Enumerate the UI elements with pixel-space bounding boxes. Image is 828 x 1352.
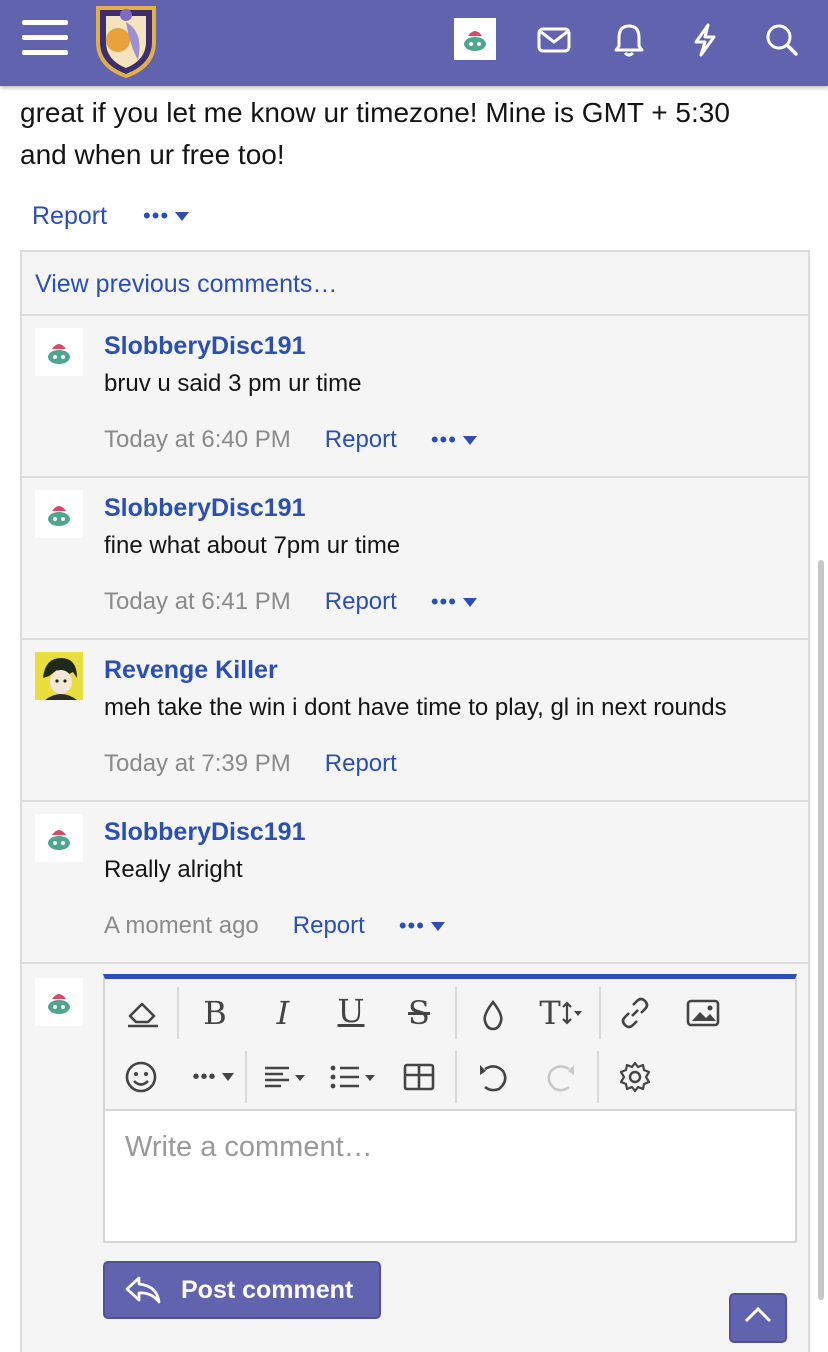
comment-timestamp[interactable]: A moment ago xyxy=(104,912,259,940)
search-icon[interactable] xyxy=(760,18,804,62)
comment-text: Really alright xyxy=(104,856,243,883)
post-body: great if you let me know ur timezone! Mi… xyxy=(20,92,810,176)
scrollbar[interactable] xyxy=(818,560,824,1300)
menu-icon[interactable] xyxy=(22,20,68,60)
chevron-down-icon xyxy=(462,435,477,445)
image-icon[interactable] xyxy=(681,991,725,1035)
comment: SlobberyDisc191 bruv u said 3 pm ur time… xyxy=(22,316,808,478)
post-comment-button[interactable]: Post comment xyxy=(103,1261,381,1319)
report-link[interactable]: Report xyxy=(325,588,397,616)
chevron-down-icon xyxy=(175,211,190,221)
comment-meta: Today at 6:41 PM Report ••• xyxy=(104,582,477,622)
more-options-menu[interactable]: ••• xyxy=(399,913,445,939)
top-navigation-bar xyxy=(0,0,828,86)
font-size-label: T xyxy=(539,994,561,1032)
site-logo[interactable] xyxy=(92,2,160,79)
chevron-down-icon xyxy=(221,1073,234,1081)
font-size-menu[interactable]: T xyxy=(533,991,589,1035)
avatar xyxy=(35,978,83,1026)
more-label: ••• xyxy=(430,589,457,614)
more-options-menu[interactable]: ••• xyxy=(143,203,190,229)
eraser-icon[interactable] xyxy=(121,991,165,1035)
report-link[interactable]: Report xyxy=(293,912,365,940)
table-icon[interactable] xyxy=(397,1055,441,1099)
emoji-icon[interactable] xyxy=(119,1055,163,1099)
rich-text-editor: B I U S T ••• Write a comment… xyxy=(103,974,797,1243)
post-text-line: and when ur free too! xyxy=(20,139,285,170)
bell-icon[interactable] xyxy=(607,18,651,62)
view-previous-comments-link[interactable]: View previous comments… xyxy=(22,252,808,316)
bold-button[interactable]: B xyxy=(193,991,237,1035)
comment-text: meh take the win i dont have time to pla… xyxy=(104,694,727,721)
post-comment-label: Post comment xyxy=(181,1275,354,1304)
comment-meta: A moment ago Report ••• xyxy=(104,906,445,946)
chevron-down-icon xyxy=(462,597,477,607)
more-options-menu[interactable]: ••• xyxy=(431,427,477,453)
comment: Revenge Killer meh take the win i dont h… xyxy=(22,640,808,802)
strikethrough-button[interactable]: S xyxy=(397,991,441,1035)
comment-timestamp[interactable]: Today at 6:40 PM xyxy=(104,426,291,454)
comment-timestamp[interactable]: Today at 7:39 PM xyxy=(104,750,291,778)
comment-username[interactable]: Revenge Killer xyxy=(104,656,278,685)
more-label: ••• xyxy=(192,1065,217,1088)
inbox-icon[interactable] xyxy=(532,18,576,62)
user-avatar[interactable] xyxy=(454,18,496,60)
reply-form: B I U S T ••• Write a comment… Post comm… xyxy=(22,964,808,1344)
comments-section: View previous comments… SlobberyDisc191 … xyxy=(20,250,810,1352)
underline-button[interactable]: U xyxy=(329,989,373,1033)
comment-username[interactable]: SlobberyDisc191 xyxy=(104,818,306,847)
chevron-down-icon xyxy=(430,921,445,931)
gear-icon[interactable] xyxy=(613,1055,657,1099)
comment: SlobberyDisc191 Really alright A moment … xyxy=(22,802,808,964)
comment-meta: Today at 6:40 PM Report ••• xyxy=(104,420,477,460)
arrow-up-icon xyxy=(744,1306,772,1323)
more-options-menu[interactable]: ••• xyxy=(431,589,477,615)
list-menu-icon[interactable] xyxy=(325,1055,383,1099)
avatar[interactable] xyxy=(35,814,83,862)
more-label: ••• xyxy=(430,427,457,452)
more-label: ••• xyxy=(143,203,170,228)
align-menu-icon[interactable] xyxy=(257,1055,313,1099)
report-link[interactable]: Report xyxy=(325,426,397,454)
comment: SlobberyDisc191 fine what about 7pm ur t… xyxy=(22,478,808,640)
comment-username[interactable]: SlobberyDisc191 xyxy=(104,332,306,361)
avatar[interactable] xyxy=(35,652,83,700)
report-link[interactable]: Report xyxy=(325,750,397,778)
editor-toolbar: B I U S T ••• xyxy=(105,979,795,1111)
report-link[interactable]: Report xyxy=(32,202,107,231)
text-color-icon[interactable] xyxy=(471,993,515,1037)
redo-icon[interactable] xyxy=(539,1055,583,1099)
post-text-line: great if you let me know ur timezone! Mi… xyxy=(20,97,730,128)
comment-meta: Today at 7:39 PM Report xyxy=(104,744,397,784)
comment-text: fine what about 7pm ur time xyxy=(104,532,401,559)
bolt-icon[interactable] xyxy=(683,18,727,62)
more-label: ••• xyxy=(398,913,425,938)
comment-input[interactable]: Write a comment… xyxy=(125,1131,373,1164)
comment-text: bruv u said 3 pm ur time xyxy=(104,370,362,397)
post-actions: Report ••• xyxy=(32,196,190,236)
reply-icon xyxy=(125,1276,161,1304)
undo-icon[interactable] xyxy=(471,1055,515,1099)
comment-username[interactable]: SlobberyDisc191 xyxy=(104,494,306,523)
avatar[interactable] xyxy=(35,328,83,376)
italic-button[interactable]: I xyxy=(261,991,305,1035)
scroll-to-top-button[interactable] xyxy=(729,1293,787,1343)
avatar[interactable] xyxy=(35,490,83,538)
comment-timestamp[interactable]: Today at 6:41 PM xyxy=(104,588,291,616)
link-icon[interactable] xyxy=(613,991,657,1035)
more-options-menu[interactable]: ••• xyxy=(185,1055,241,1099)
